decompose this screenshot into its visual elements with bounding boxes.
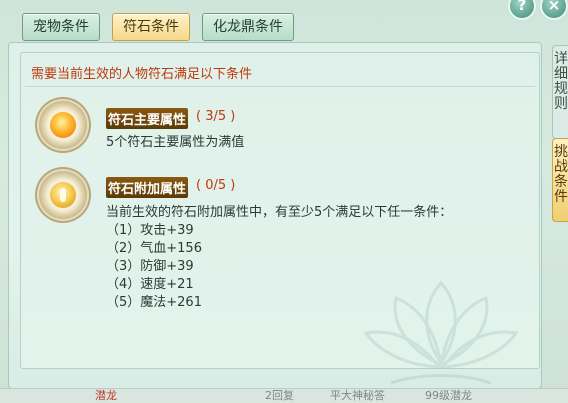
conditions-header: 需要当前生效的人物符石满足以下条件 <box>31 67 253 82</box>
section-title-main: 符石主要属性 <box>106 108 189 129</box>
tab-rune-conditions[interactable]: 符石条件 <box>112 13 190 41</box>
strip-text: 平大神秘答 <box>330 389 385 402</box>
condition-line: 5个符石主要属性为满值 <box>106 135 245 150</box>
condition-line: （5）魔法+261 <box>106 295 202 310</box>
help-button[interactable]: ? <box>508 0 536 20</box>
close-icon: × <box>547 0 561 14</box>
side-tab-label: 挑战条件 <box>554 144 568 205</box>
rune-main-attribute-icon <box>39 101 87 149</box>
window: 宠物条件 符石条件 化龙鼎条件 ? × 详细规则 挑战条件 需要当前生效的人物符… <box>0 0 568 403</box>
condition-line: （3）防御+39 <box>106 259 194 274</box>
condition-line: （1）攻击+39 <box>106 223 194 238</box>
strip-text: 2回复 <box>265 389 294 402</box>
side-tab-detailed-rules[interactable]: 详细规则 <box>552 45 568 139</box>
side-tab-label: 详细规则 <box>554 51 568 112</box>
conditions-panel: 需要当前生效的人物符石满足以下条件 符石主要属性 ( 3/5 ) 5个符石主要属… <box>20 52 540 385</box>
divider <box>25 86 535 87</box>
strip-text: 99级潜龙 <box>425 389 472 402</box>
section-title-extra: 符石附加属性 <box>106 177 189 198</box>
condition-line: 当前生效的符石附加属性中，有至少5个满足以下任一条件： <box>106 205 453 220</box>
tab-dragon-cauldron-conditions[interactable]: 化龙鼎条件 <box>202 13 294 41</box>
section-count-main: ( 3/5 ) <box>196 109 236 124</box>
close-button[interactable]: × <box>540 0 568 20</box>
background-strip: 潜龙 2回复 平大神秘答 99级潜龙 <box>0 388 568 403</box>
side-tab-challenge-conditions[interactable]: 挑战条件 <box>552 138 568 222</box>
tab-pet-conditions[interactable]: 宠物条件 <box>22 13 100 41</box>
rune-extra-attribute-icon <box>39 171 87 219</box>
lotus-watermark-icon <box>363 280 519 385</box>
condition-line: （4）速度+21 <box>106 277 194 292</box>
help-icon: ? <box>517 0 527 14</box>
section-count-extra: ( 0/5 ) <box>196 178 236 193</box>
condition-line: （2）气血+156 <box>106 241 202 256</box>
strip-text: 潜龙 <box>95 389 117 402</box>
